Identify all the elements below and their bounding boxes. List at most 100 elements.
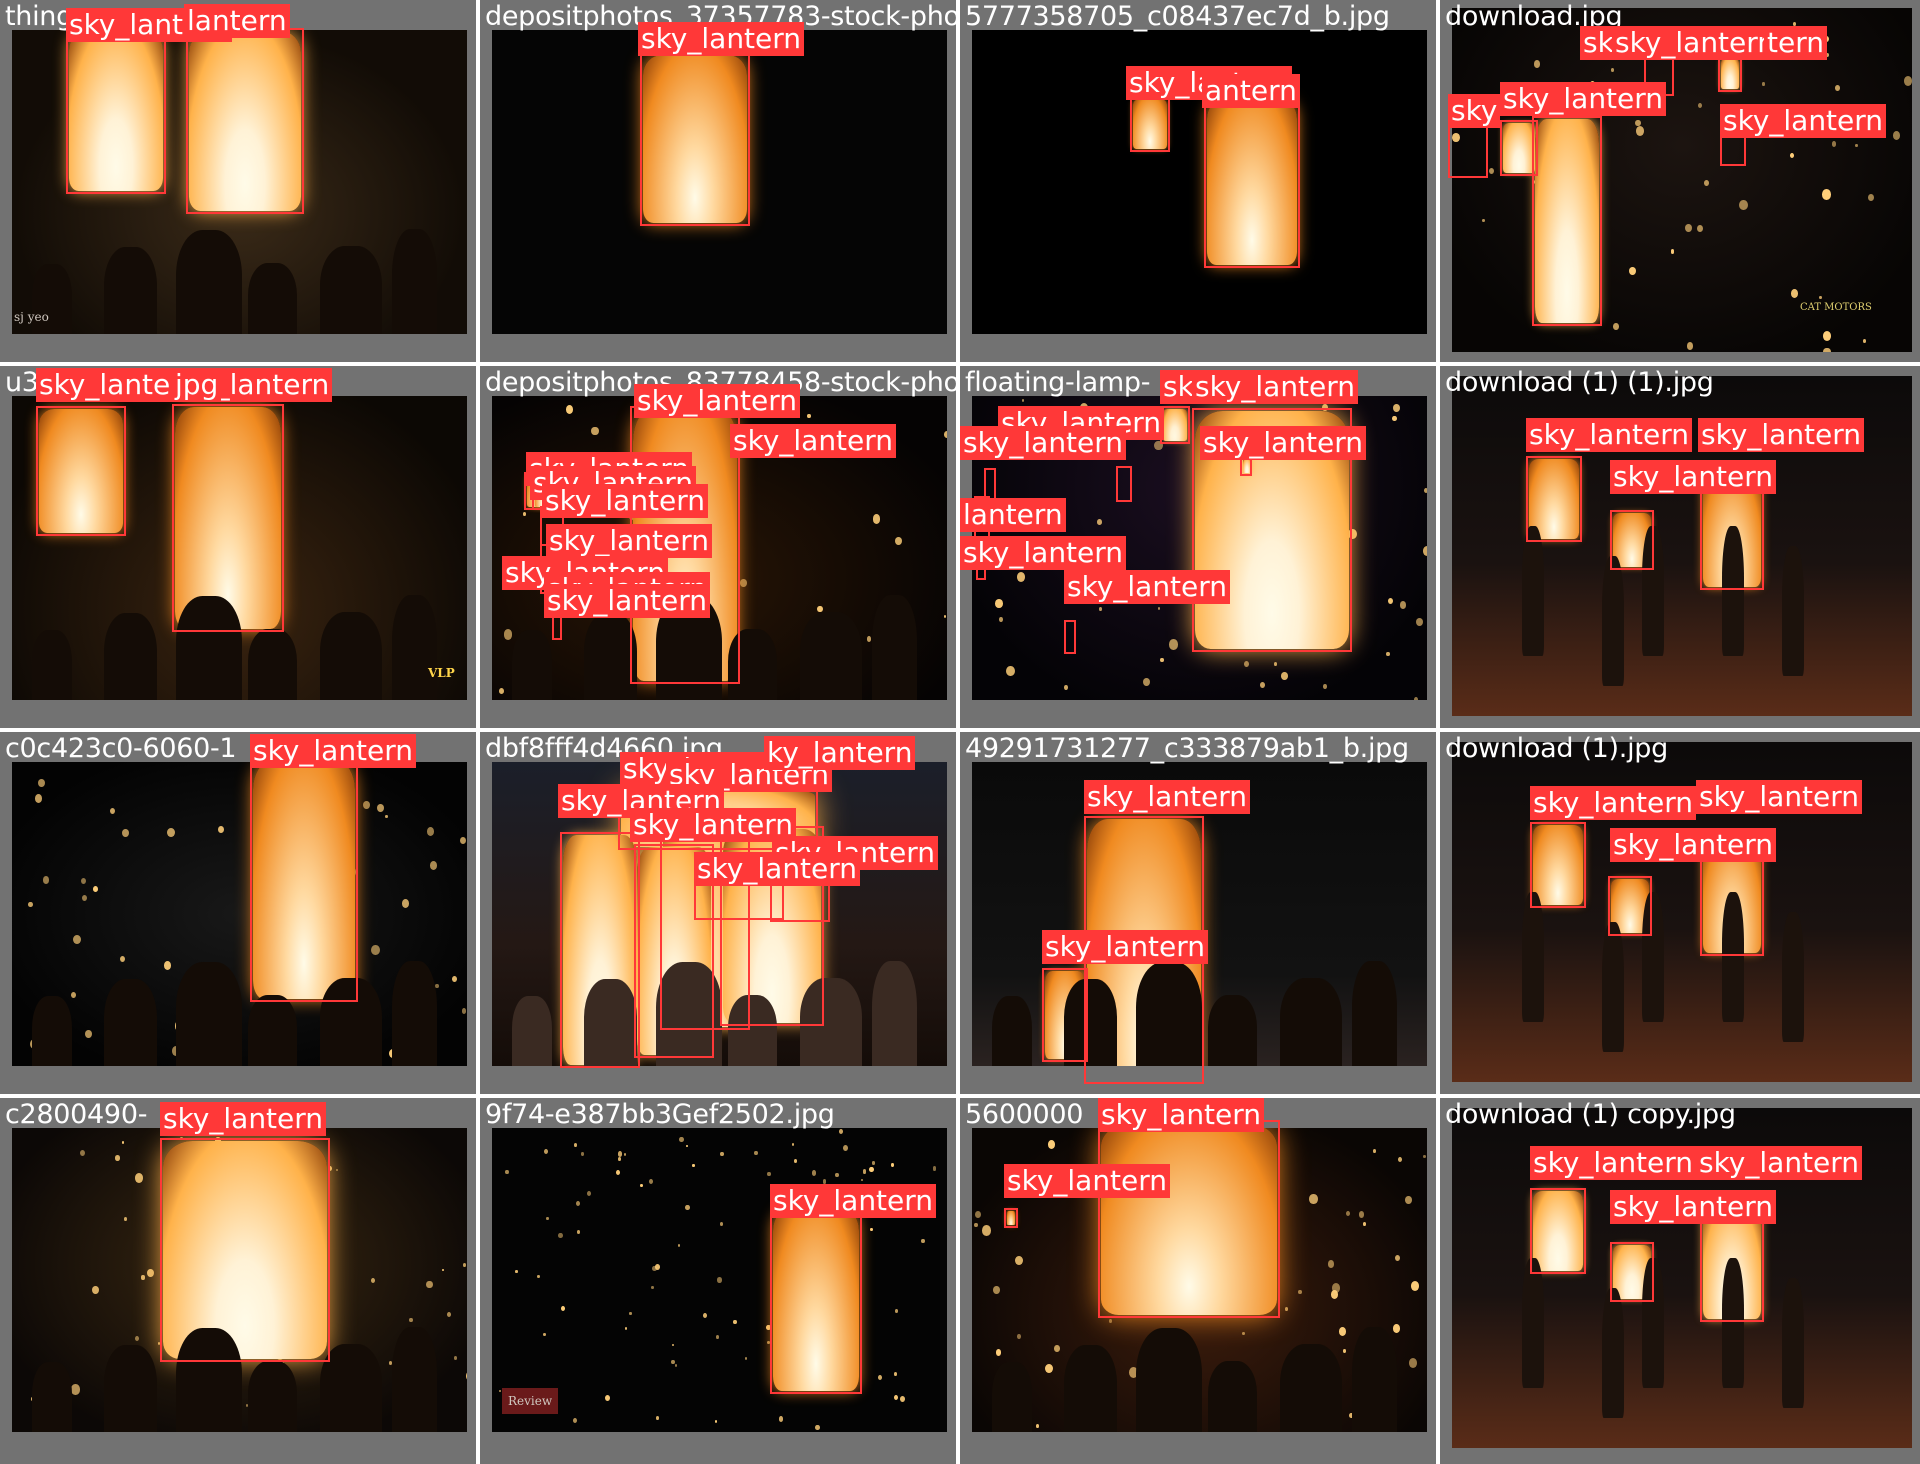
- light-dot: [740, 579, 747, 587]
- crowd-silhouette: [1352, 1327, 1397, 1432]
- light-dot: [1394, 1254, 1400, 1261]
- light-dot: [115, 1155, 120, 1161]
- bounding-box: [1042, 968, 1088, 1062]
- light-dot: [1400, 601, 1407, 609]
- bounding-box: [1718, 56, 1742, 92]
- light-dot: [1358, 1211, 1364, 1218]
- light-dot: [900, 1396, 905, 1403]
- bounding-box: [1526, 456, 1582, 542]
- light-dot: [1338, 1326, 1347, 1336]
- light-dot: [872, 1161, 875, 1165]
- light-dot: [715, 1335, 720, 1340]
- light-dot: [591, 426, 599, 436]
- light-dot: [1035, 1424, 1040, 1429]
- light-dot: [656, 1416, 660, 1421]
- filename-label: download (1).jpg: [1445, 733, 1668, 764]
- light-dot: [446, 1311, 452, 1318]
- light-dot: [1047, 1139, 1056, 1149]
- light-dot: [515, 1270, 518, 1274]
- class-label: sky_lantern: [1064, 570, 1231, 604]
- light-dot: [109, 807, 116, 815]
- person-silhouette: [1782, 546, 1804, 676]
- class-label: sky_lantern: [544, 584, 711, 618]
- light-dot: [623, 1152, 627, 1156]
- light-dot: [1696, 224, 1703, 233]
- light-dot: [714, 1420, 717, 1424]
- crowd-silhouette: [1280, 1344, 1342, 1432]
- light-dot: [993, 1286, 1000, 1295]
- crowd-silhouette: [1352, 961, 1397, 1066]
- photo: [12, 762, 467, 1066]
- bounding-box: [186, 28, 304, 214]
- class-label: sky_lantern: [1698, 418, 1865, 452]
- image-tile: download (1) (1).jpg sky_lantern sky_lante…: [1440, 366, 1920, 728]
- light-dot: [1411, 1280, 1420, 1291]
- light-dot: [692, 1164, 695, 1167]
- light-dot: [671, 1359, 675, 1365]
- light-dot: [72, 934, 81, 944]
- crowd-silhouette: [248, 1361, 297, 1432]
- light-dot: [1016, 1334, 1021, 1340]
- crowd-silhouette: [320, 612, 382, 700]
- light-dot: [720, 1151, 725, 1157]
- light-dot: [1422, 545, 1427, 556]
- light-dot: [537, 1275, 540, 1279]
- light-dot: [1635, 125, 1645, 136]
- crowd-silhouette: [392, 961, 437, 1066]
- light-dot: [385, 814, 389, 819]
- image-tile: c0c423c0-6060-1 sky_lantern: [0, 732, 476, 1094]
- light-dot: [586, 1191, 591, 1197]
- light-dot: [1331, 1290, 1339, 1300]
- filename-label: c0c423c0-6060-1: [5, 733, 237, 764]
- light-dot: [1862, 339, 1866, 343]
- light-dot: [575, 1200, 581, 1206]
- class-label: sky_lantern: [1696, 1146, 1863, 1180]
- class-label: sky_lantern: [730, 424, 897, 458]
- bounding-box: [1116, 466, 1132, 502]
- light-dot: [794, 1159, 798, 1163]
- light-dot: [617, 1156, 622, 1161]
- light-dot: [920, 1238, 925, 1244]
- class-label: sky_lantern: [1610, 1190, 1777, 1224]
- light-dot: [82, 895, 88, 902]
- light-dot: [1739, 200, 1748, 211]
- crowd-silhouette: [248, 629, 297, 700]
- light-dot: [435, 983, 439, 989]
- light-dot: [85, 1029, 92, 1038]
- light-dot: [1392, 415, 1397, 421]
- light-dot: [1063, 685, 1068, 690]
- light-dot: [1054, 1345, 1060, 1352]
- light-dot: [120, 955, 126, 962]
- light-dot: [894, 1308, 899, 1313]
- light-dot: [1790, 289, 1799, 299]
- person-silhouette: [1522, 892, 1544, 1022]
- light-dot: [167, 827, 175, 837]
- crowd-silhouette: [1136, 1328, 1202, 1432]
- light-dot: [733, 1320, 737, 1325]
- light-dot: [522, 511, 526, 516]
- class-label: sky_lantern: [1720, 104, 1887, 138]
- light-dot: [408, 1317, 413, 1323]
- light-dot: [1821, 189, 1831, 200]
- class-label: sky_lantern: [1696, 780, 1863, 814]
- crowd-silhouette: [176, 230, 242, 334]
- class-label: sky_lantern: [1610, 828, 1777, 862]
- class-label: antern: [1202, 74, 1300, 108]
- light-dot: [717, 1277, 722, 1283]
- light-dot: [1017, 572, 1026, 582]
- light-dot: [1015, 1255, 1024, 1266]
- light-dot: [1613, 323, 1619, 331]
- light-dot: [649, 1179, 654, 1185]
- light-dot: [1387, 597, 1394, 605]
- crowd-silhouette: [1208, 1361, 1257, 1432]
- light-dot: [43, 876, 50, 884]
- light-dot: [1242, 1331, 1246, 1336]
- light-dot: [1259, 681, 1265, 688]
- light-dot: [1789, 152, 1795, 159]
- class-label: jpg: [172, 368, 222, 402]
- light-dot: [1285, 1307, 1289, 1312]
- filename-label: 5777358705_c08437ec7d_b.jpg: [965, 1, 1390, 32]
- light-dot: [778, 1416, 784, 1422]
- light-dot: [92, 885, 98, 892]
- light-dot: [616, 1169, 621, 1176]
